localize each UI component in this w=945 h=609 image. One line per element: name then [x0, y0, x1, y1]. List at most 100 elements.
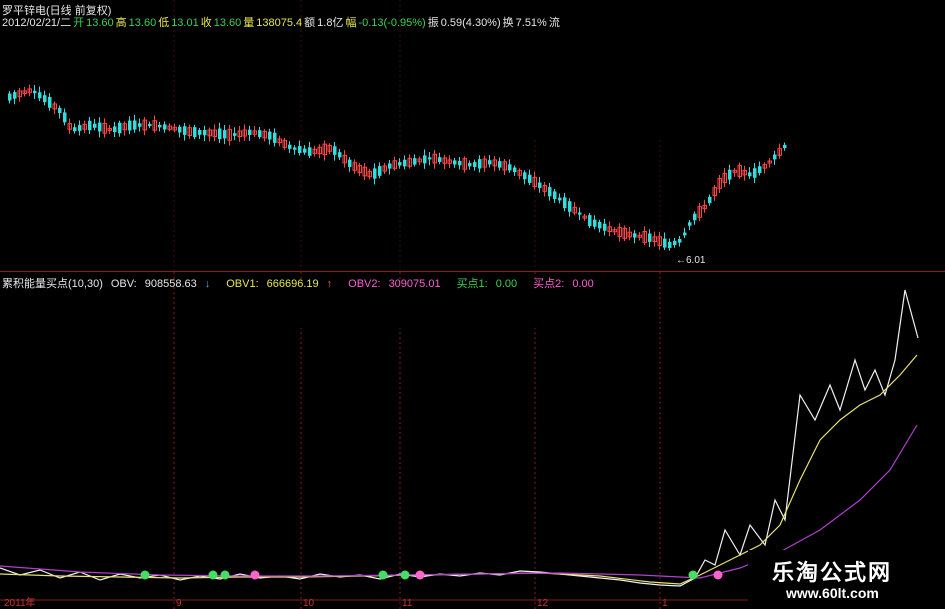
candle-body [58, 107, 62, 113]
buy-signal-marker [415, 570, 425, 580]
candle-body [438, 157, 442, 162]
candle-body [753, 168, 757, 178]
candle-body [118, 122, 122, 134]
change-value: -0.13(-0.95%) [358, 17, 426, 29]
obv1-value: 666696.19 [266, 278, 319, 290]
candle-body [43, 95, 47, 103]
x-axis-label-1: 1 [662, 598, 668, 609]
low-label: 低 [158, 17, 170, 29]
candle-body [88, 120, 92, 131]
candle-body [93, 123, 97, 128]
obv2-value: 309075.01 [388, 278, 441, 290]
candle-body [333, 146, 337, 155]
buy-signal-marker [713, 570, 723, 580]
candle-body [388, 163, 392, 169]
candle-body [748, 172, 752, 177]
candle-body [758, 166, 762, 174]
candle-body [683, 232, 687, 236]
buy-signal-marker [220, 570, 230, 580]
candle-body [288, 144, 292, 149]
candle-body [198, 130, 202, 135]
candle-body [33, 90, 37, 94]
watermark-title: 乐淘公式网 [772, 560, 893, 585]
candle-body [133, 120, 137, 130]
x-axis-label-12: 12 [537, 598, 549, 609]
candle-body [428, 157, 432, 160]
candle-body [413, 158, 417, 165]
candle-body [398, 162, 402, 166]
candle-body [673, 240, 677, 246]
open-label: 开 [73, 17, 85, 29]
buy1-label: 买点1: [456, 278, 488, 290]
candle-body [458, 161, 462, 166]
candle-body [663, 238, 667, 248]
candle-body [588, 215, 592, 227]
vol-value: 138075.4 [256, 17, 303, 29]
candle-body [378, 166, 382, 176]
candle-body [453, 160, 457, 165]
candle-body [508, 164, 512, 171]
quote-date: 2012/02/21/二 [2, 17, 72, 29]
candle-body [403, 159, 407, 167]
turn-label: 换 [502, 17, 514, 29]
candle-body [163, 124, 167, 130]
candle-body [603, 223, 607, 231]
obv-line [0, 289, 919, 587]
low-value: 13.01 [171, 17, 199, 29]
amount-label: 额 [304, 17, 316, 29]
indicator-header[interactable]: 累积能量买点(10,30) OBV: 908558.63 ↓ OBV1: 666696.1… [2, 275, 610, 291]
candle-body [78, 125, 82, 131]
buy2-value: 0.00 [572, 278, 594, 290]
candle-body [633, 233, 637, 238]
candle-body [258, 130, 262, 137]
obv-label: OBV: [110, 278, 137, 290]
candle-body [98, 122, 102, 132]
candle-body [523, 172, 527, 180]
candle-body [148, 123, 152, 127]
candle-body [423, 155, 427, 164]
candle-body [273, 132, 277, 143]
buy-signal-marker [688, 570, 698, 580]
high-value: 13.60 [128, 17, 157, 29]
candle-body [373, 168, 377, 179]
amp-label: 振 [427, 17, 439, 29]
flow-label: 流 [548, 17, 560, 29]
candle-body [38, 92, 42, 99]
candle-body [488, 160, 492, 165]
watermark-url: www.60lt.com [786, 585, 879, 601]
amp-value: 0.59(4.30%) [440, 17, 501, 29]
candle-body [223, 130, 227, 139]
high-label: 高 [115, 17, 127, 29]
candle-body [113, 126, 117, 133]
close-label: 收 [200, 17, 212, 29]
candle-body [8, 93, 12, 101]
candle-body [158, 124, 162, 128]
candle-body [233, 133, 237, 136]
indicator-name[interactable]: 累积能量买点(10,30) [2, 278, 103, 290]
obv2-label: OBV2: [348, 278, 381, 290]
candle-body [668, 242, 672, 248]
candle-body [598, 222, 602, 229]
x-axis-label-2011: 2011年 [4, 598, 36, 609]
candle-body [63, 112, 67, 123]
obv1-up-arrow-icon: ↑ [326, 278, 333, 290]
buy-signal-marker [378, 570, 388, 580]
candle-body [728, 169, 732, 180]
candle-body [203, 129, 207, 136]
candle-body [473, 162, 477, 168]
candle-body [563, 197, 567, 209]
close-value: 13.60 [213, 17, 242, 29]
buy-signal-marker [400, 570, 410, 580]
open-value: 13.60 [86, 17, 114, 29]
candle-body [268, 131, 272, 140]
candle-body [13, 92, 17, 99]
candle-body [128, 120, 132, 131]
low-price-marker: ←6.01 [676, 255, 706, 266]
candle-body [708, 196, 712, 204]
panel-separator [0, 271, 945, 272]
candle-body [48, 96, 52, 108]
candle-body [293, 147, 297, 150]
candle-body [308, 147, 312, 156]
candle-body [688, 222, 692, 226]
candle-body [548, 187, 552, 197]
